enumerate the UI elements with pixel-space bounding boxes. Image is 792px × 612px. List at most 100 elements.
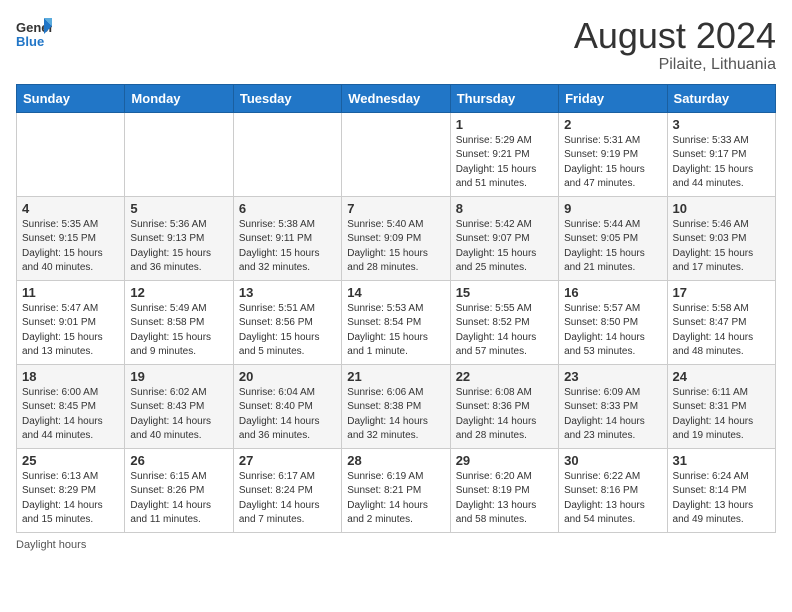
day-number: 25 [22,453,119,468]
logo-icon: General Blue [16,16,52,52]
day-number: 12 [130,285,227,300]
day-info: Sunrise: 5:36 AM Sunset: 9:13 PM Dayligh… [130,218,227,276]
day-info: Sunrise: 5:58 AM Sunset: 8:47 PM Dayligh… [673,302,770,360]
calendar-cell: 1 Sunrise: 5:29 AM Sunset: 9:21 PM Daylig… [450,112,558,196]
day-info: Sunrise: 6:24 AM Sunset: 8:14 PM Dayligh… [673,470,770,528]
day-info: Sunrise: 6:08 AM Sunset: 8:36 PM Dayligh… [456,386,553,444]
calendar-cell: 6 Sunrise: 5:38 AM Sunset: 9:11 PM Daylig… [233,196,341,280]
day-number: 27 [239,453,336,468]
calendar-cell [342,112,450,196]
calendar-cell: 15 Sunrise: 5:55 AM Sunset: 8:52 PM Dayli… [450,280,558,364]
week-row-3: 11 Sunrise: 5:47 AM Sunset: 9:01 PM Dayli… [17,280,776,364]
calendar-cell: 29 Sunrise: 6:20 AM Sunset: 8:19 PM Dayli… [450,448,558,532]
col-header-sunday: Sunday [17,84,125,112]
calendar-cell: 9 Sunrise: 5:44 AM Sunset: 9:05 PM Daylig… [559,196,667,280]
calendar-cell: 19 Sunrise: 6:02 AM Sunset: 8:43 PM Dayli… [125,364,233,448]
week-row-4: 18Sunrise: 6:00 AM Sunset: 8:45 PM Dayli… [17,364,776,448]
day-number: 29 [456,453,553,468]
day-number: 5 [130,201,227,216]
week-row-2: 4 Sunrise: 5:35 AM Sunset: 9:15 PM Daylig… [17,196,776,280]
day-number: 15 [456,285,553,300]
calendar-cell: 14Sunrise: 5:53 AM Sunset: 8:54 PM Dayli… [342,280,450,364]
calendar-cell: 22 Sunrise: 6:08 AM Sunset: 8:36 PM Dayli… [450,364,558,448]
calendar-table: SundayMondayTuesdayWednesdayThursdayFrid… [16,84,776,533]
day-info: Sunrise: 5:31 AM Sunset: 9:19 PM Dayligh… [564,134,661,192]
day-info: Sunrise: 5:46 AM Sunset: 9:03 PM Dayligh… [673,218,770,276]
day-number: 11 [22,285,119,300]
day-number: 20 [239,369,336,384]
day-info: Sunrise: 5:35 AM Sunset: 9:15 PM Dayligh… [22,218,119,276]
calendar-cell: 16 Sunrise: 5:57 AM Sunset: 8:50 PM Dayli… [559,280,667,364]
svg-text:Blue: Blue [16,34,44,49]
col-header-thursday: Thursday [450,84,558,112]
day-number: 8 [456,201,553,216]
day-number: 6 [239,201,336,216]
day-info: Sunrise: 6:11 AM Sunset: 8:31 PM Dayligh… [673,386,770,444]
day-number: 16 [564,285,661,300]
calendar-cell: 7 Sunrise: 5:40 AM Sunset: 9:09 PM Daylig… [342,196,450,280]
day-info: Sunrise: 5:44 AM Sunset: 9:05 PM Dayligh… [564,218,661,276]
day-number: 1 [456,117,553,132]
day-info: Sunrise: 5:55 AM Sunset: 8:52 PM Dayligh… [456,302,553,360]
day-number: 4 [22,201,119,216]
week-row-1: 1 Sunrise: 5:29 AM Sunset: 9:21 PM Daylig… [17,112,776,196]
calendar-cell: 4 Sunrise: 5:35 AM Sunset: 9:15 PM Daylig… [17,196,125,280]
calendar-cell: 13 Sunrise: 5:51 AM Sunset: 8:56 PM Dayli… [233,280,341,364]
calendar-cell: 30Sunrise: 6:22 AM Sunset: 8:16 PM Dayli… [559,448,667,532]
day-number: 7 [347,201,444,216]
header: General Blue August 2024 Pilaite, Lithua… [16,16,776,74]
day-info: Sunrise: 5:38 AM Sunset: 9:11 PM Dayligh… [239,218,336,276]
day-number: 26 [130,453,227,468]
day-number: 3 [673,117,770,132]
day-number: 19 [130,369,227,384]
day-number: 9 [564,201,661,216]
day-info: Sunrise: 6:02 AM Sunset: 8:43 PM Dayligh… [130,386,227,444]
day-info: Sunrise: 6:06 AM Sunset: 8:38 PM Dayligh… [347,386,444,444]
day-info: Sunrise: 5:57 AM Sunset: 8:50 PM Dayligh… [564,302,661,360]
day-info: Sunrise: 5:29 AM Sunset: 9:21 PM Dayligh… [456,134,553,192]
col-header-wednesday: Wednesday [342,84,450,112]
day-number: 17 [673,285,770,300]
calendar-cell: 10 Sunrise: 5:46 AM Sunset: 9:03 PM Dayli… [667,196,775,280]
day-number: 10 [673,201,770,216]
col-header-tuesday: Tuesday [233,84,341,112]
day-info: Sunrise: 5:47 AM Sunset: 9:01 PM Dayligh… [22,302,119,360]
day-number: 13 [239,285,336,300]
day-number: 23 [564,369,661,384]
day-info: Sunrise: 5:40 AM Sunset: 9:09 PM Dayligh… [347,218,444,276]
day-info: Sunrise: 5:49 AM Sunset: 8:58 PM Dayligh… [130,302,227,360]
col-header-monday: Monday [125,84,233,112]
title-area: August 2024 Pilaite, Lithuania [574,16,776,74]
calendar-cell: 2Sunrise: 5:31 AM Sunset: 9:19 PM Daylig… [559,112,667,196]
day-number: 22 [456,369,553,384]
day-info: Sunrise: 6:19 AM Sunset: 8:21 PM Dayligh… [347,470,444,528]
day-number: 30 [564,453,661,468]
month-title: August 2024 [574,16,776,56]
calendar-cell: 31 Sunrise: 6:24 AM Sunset: 8:14 PM Dayli… [667,448,775,532]
day-info: Sunrise: 6:13 AM Sunset: 8:29 PM Dayligh… [22,470,119,528]
col-header-saturday: Saturday [667,84,775,112]
footer-note: Daylight hours [16,539,776,551]
day-number: 28 [347,453,444,468]
day-number: 31 [673,453,770,468]
header-row: SundayMondayTuesdayWednesdayThursdayFrid… [17,84,776,112]
calendar-cell: 27Sunrise: 6:17 AM Sunset: 8:24 PM Dayli… [233,448,341,532]
calendar-cell: 18Sunrise: 6:00 AM Sunset: 8:45 PM Dayli… [17,364,125,448]
day-info: Sunrise: 5:51 AM Sunset: 8:56 PM Dayligh… [239,302,336,360]
day-info: Sunrise: 5:53 AM Sunset: 8:54 PM Dayligh… [347,302,444,360]
day-number: 24 [673,369,770,384]
day-info: Sunrise: 6:20 AM Sunset: 8:19 PM Dayligh… [456,470,553,528]
day-number: 21 [347,369,444,384]
day-info: Sunrise: 6:00 AM Sunset: 8:45 PM Dayligh… [22,386,119,444]
col-header-friday: Friday [559,84,667,112]
calendar-cell [17,112,125,196]
calendar-cell: 25 Sunrise: 6:13 AM Sunset: 8:29 PM Dayli… [17,448,125,532]
day-info: Sunrise: 6:15 AM Sunset: 8:26 PM Dayligh… [130,470,227,528]
day-info: Sunrise: 5:42 AM Sunset: 9:07 PM Dayligh… [456,218,553,276]
day-info: Sunrise: 6:04 AM Sunset: 8:40 PM Dayligh… [239,386,336,444]
calendar-cell: 21 Sunrise: 6:06 AM Sunset: 8:38 PM Dayli… [342,364,450,448]
location: Pilaite, Lithuania [574,56,776,74]
day-info: Sunrise: 6:09 AM Sunset: 8:33 PM Dayligh… [564,386,661,444]
calendar-cell: 24 Sunrise: 6:11 AM Sunset: 8:31 PM Dayli… [667,364,775,448]
calendar-cell [125,112,233,196]
